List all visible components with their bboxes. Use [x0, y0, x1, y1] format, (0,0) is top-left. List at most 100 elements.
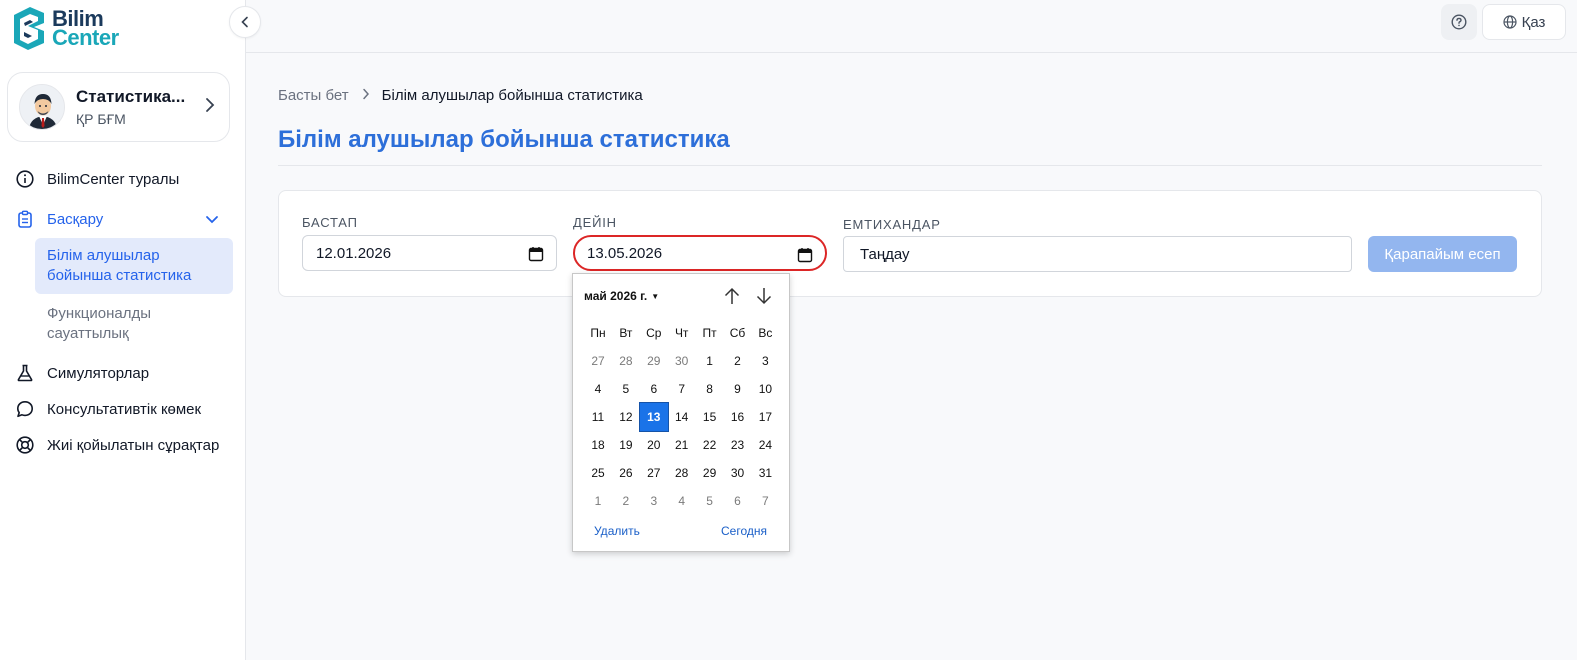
page-title: Білім алушылар бойынша статистика [278, 126, 730, 153]
nav-simulators-label: Симуляторлар [47, 364, 150, 382]
calendar-day[interactable]: 29 [640, 347, 668, 375]
weekday-header: Сб [729, 326, 746, 340]
info-icon [16, 170, 34, 188]
calendar-day[interactable]: 16 [724, 403, 752, 431]
chevron-left-icon [241, 16, 248, 28]
nav-faq[interactable]: Жиі қойылатын сұрақтар [16, 436, 219, 454]
triangle-down-icon: ▼ [651, 291, 660, 301]
calendar-day[interactable]: 1 [696, 347, 724, 375]
calendar-day[interactable]: 27 [584, 347, 612, 375]
help-circle-icon [1451, 14, 1467, 30]
breadcrumb-current: Білім алушылар бойынша статистика [381, 87, 643, 104]
calendar-day[interactable]: 3 [751, 347, 779, 375]
profile-name: Статистика... [76, 87, 186, 106]
date-picker-popup: май 2026 г. ▼ Пн Вт Ср Чт Пт Сб Вс 27 28 29 30 1 2 3 4… [572, 273, 790, 552]
calendar-day[interactable]: 29 [696, 459, 724, 487]
language-switcher[interactable]: Қаз [1482, 4, 1566, 40]
calendar-day[interactable]: 9 [724, 375, 752, 403]
calendar-day[interactable]: 20 [640, 431, 668, 459]
help-button[interactable] [1441, 4, 1477, 40]
nav-consult-label: Консультативтік көмек [47, 400, 202, 418]
clipboard-icon [16, 210, 34, 228]
calendar-day[interactable]: 23 [724, 431, 752, 459]
from-date-label: БАСТАП [302, 215, 358, 230]
calendar-day[interactable]: 12 [612, 403, 640, 431]
calendar-day[interactable]: 7 [668, 375, 696, 403]
calendar-icon[interactable] [797, 247, 813, 263]
calendar-day[interactable]: 6 [724, 487, 752, 515]
month-year-label: май 2026 г. [584, 289, 648, 303]
arrow-up-icon[interactable] [723, 286, 741, 306]
calendar-day[interactable]: 6 [640, 375, 668, 403]
calendar-day[interactable]: 24 [751, 431, 779, 459]
calendar-day[interactable]: 4 [584, 375, 612, 403]
chevron-down-icon[interactable] [205, 212, 219, 230]
to-date-input[interactable]: 13.05.2026 [573, 235, 827, 271]
today-button[interactable]: Сегодня [721, 524, 767, 538]
calendar-day[interactable]: 30 [668, 347, 696, 375]
avatar [19, 84, 65, 130]
calendar-day[interactable]: 4 [668, 487, 696, 515]
calendar-day[interactable]: 31 [751, 459, 779, 487]
calendar-day[interactable]: 19 [612, 431, 640, 459]
from-date-input[interactable]: 12.01.2026 [302, 235, 557, 271]
chevron-right-icon [205, 97, 215, 118]
profile-card[interactable]: Статистика... ҚР БҒМ [7, 72, 230, 142]
nav-faq-label: Жиі қойылатын сұрақтар [47, 436, 220, 454]
nav-simulators[interactable]: Симуляторлар [16, 364, 149, 382]
nav-manage[interactable]: Басқару [16, 210, 103, 228]
calendar-day[interactable]: 2 [612, 487, 640, 515]
clear-date-button[interactable]: Удалить [594, 524, 640, 538]
calendar-day[interactable]: 1 [584, 487, 612, 515]
globe-icon [1502, 15, 1517, 29]
calendar-day[interactable]: 2 [724, 347, 752, 375]
calendar-day[interactable]: 22 [696, 431, 724, 459]
calendar-day[interactable]: 5 [612, 375, 640, 403]
language-label: Қаз [1521, 13, 1546, 31]
sidebar-collapse-button[interactable] [229, 6, 261, 38]
bilimcenter-logo[interactable]: Bilim Center [10, 5, 119, 51]
calendar-day[interactable]: 27 [640, 459, 668, 487]
calendar-icon[interactable] [528, 246, 544, 262]
calendar-day[interactable]: 7 [751, 487, 779, 515]
breadcrumb: Басты бет Білім алушылар бойынша статист… [278, 87, 643, 104]
breadcrumb-home[interactable]: Басты бет [278, 87, 349, 104]
calendar-day[interactable]: 10 [751, 375, 779, 403]
month-year-selector[interactable]: май 2026 г. ▼ [584, 289, 659, 303]
calendar-day[interactable]: 25 [584, 459, 612, 487]
calendar-day[interactable]: 8 [696, 375, 724, 403]
chevron-right-icon [362, 88, 370, 103]
exams-select[interactable]: Таңдау [843, 236, 1352, 272]
calendar-day[interactable]: 14 [668, 403, 696, 431]
calendar-day[interactable]: 5 [696, 487, 724, 515]
calendar-day[interactable]: 18 [584, 431, 612, 459]
simple-report-button[interactable]: Қарапайым есеп [1368, 236, 1517, 272]
weekday-header: Пн [590, 326, 606, 340]
sidebar: Bilim Center Статистика... ҚР БҒМ BilimC… [0, 0, 246, 660]
arrow-down-icon[interactable] [755, 286, 773, 306]
nav-about-label: BilimCenter туралы [47, 170, 180, 188]
weekday-header: Пт [702, 326, 717, 340]
calendar-day[interactable]: 21 [668, 431, 696, 459]
nav-about[interactable]: BilimCenter туралы [16, 170, 179, 188]
flask-icon [16, 364, 34, 382]
calendar-day[interactable]: 28 [668, 459, 696, 487]
logo-text-center: Center [52, 25, 119, 50]
calendar-day[interactable]: 17 [751, 403, 779, 431]
calendar-day[interactable]: 3 [640, 487, 668, 515]
subnav-functional-literacy[interactable]: Функционалды сауаттылық [35, 296, 233, 352]
calendar-day[interactable]: 15 [696, 403, 724, 431]
calendar-day[interactable]: 28 [612, 347, 640, 375]
subnav-student-stats[interactable]: Білім алушылар бойынша статистика [35, 238, 233, 294]
calendar-day[interactable]: 30 [724, 459, 752, 487]
nav-consult[interactable]: Консультативтік көмек [16, 400, 201, 418]
logo-mark-icon [14, 7, 44, 50]
weekday-header: Вт [619, 326, 633, 340]
weekday-header: Ср [646, 326, 662, 340]
calendar-day[interactable]: 11 [584, 403, 612, 431]
nav-manage-label: Басқару [47, 210, 104, 228]
profile-org: ҚР БҒМ [76, 111, 126, 127]
from-date-value: 12.01.2026 [316, 244, 392, 262]
calendar-day-selected[interactable]: 13 [638, 401, 669, 432]
calendar-day[interactable]: 26 [612, 459, 640, 487]
